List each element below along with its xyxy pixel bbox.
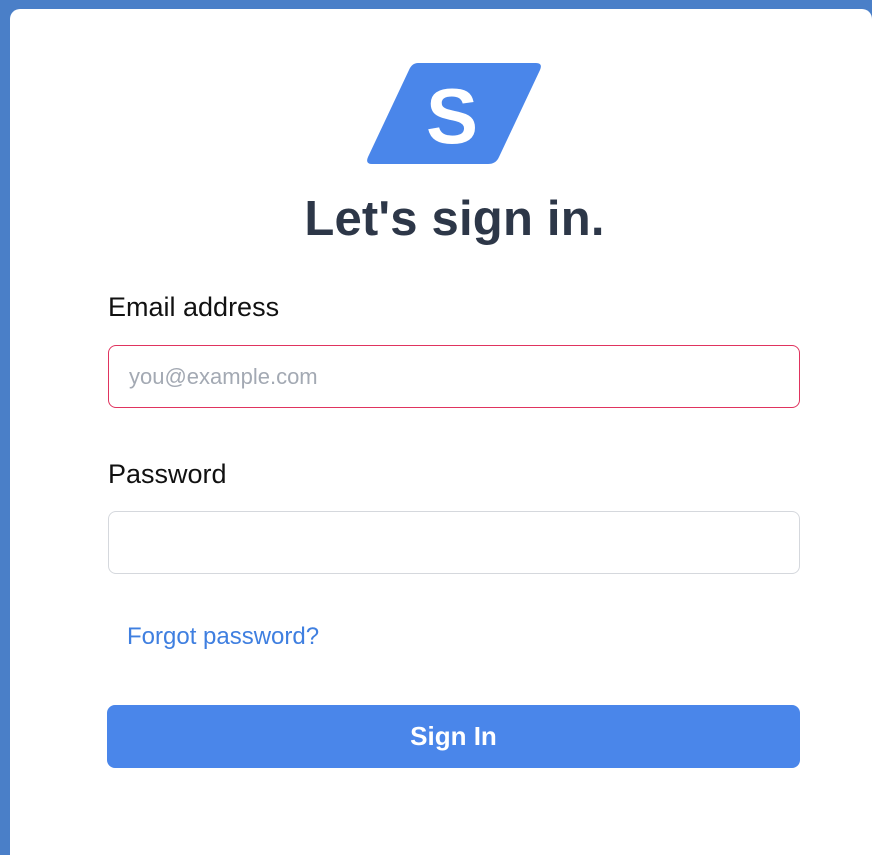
brand-logo-letter: S — [426, 72, 478, 160]
window-frame: S Let's sign in. Email address Password … — [0, 0, 872, 855]
page-title: Let's sign in. — [304, 192, 605, 246]
password-label: Password — [108, 459, 227, 489]
forgot-password-link[interactable]: Forgot password? — [127, 623, 319, 651]
email-label: Email address — [108, 292, 280, 322]
sign-in-card: S Let's sign in. Email address Password … — [10, 9, 872, 855]
password-field[interactable] — [108, 511, 800, 574]
email-field[interactable] — [108, 345, 800, 408]
sign-in-button[interactable]: Sign In — [107, 705, 800, 768]
brand-logo-icon: S — [367, 63, 541, 164]
